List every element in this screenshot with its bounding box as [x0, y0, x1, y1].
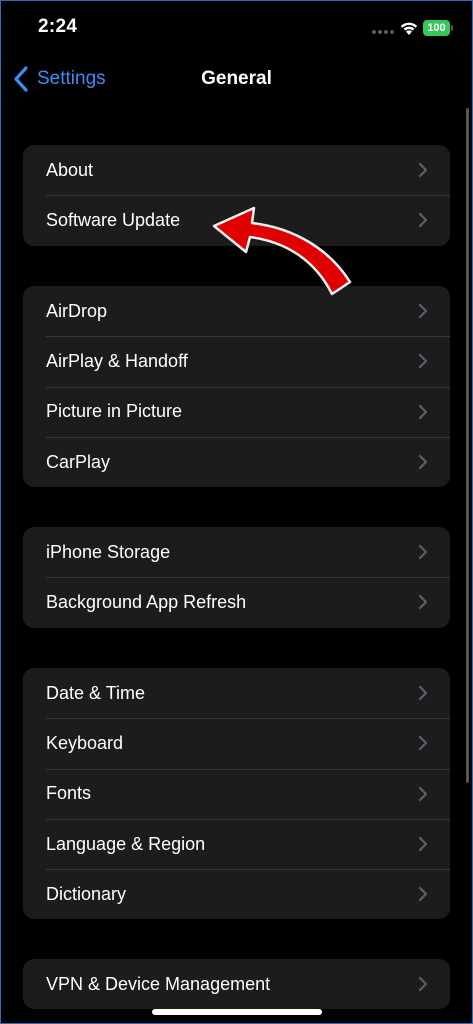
chevron-right-icon — [418, 454, 428, 470]
battery-icon: 100 — [423, 20, 450, 36]
row-label: Background App Refresh — [46, 591, 247, 612]
row-fonts[interactable]: Fonts — [23, 768, 450, 819]
chevron-right-icon — [418, 354, 428, 369]
cellular-signal-icon — [372, 30, 394, 34]
settings-group-vpn: VPN & Device Management — [23, 959, 450, 1010]
chevron-right-icon — [418, 404, 428, 419]
row-label: Keyboard — [46, 732, 124, 753]
row-date-time[interactable]: Date & Time — [23, 668, 450, 718]
row-language-region[interactable]: Language & Region — [23, 818, 450, 869]
battery-tip — [451, 25, 453, 31]
chevron-right-icon — [418, 836, 428, 852]
row-label: Fonts — [46, 783, 92, 804]
home-indicator[interactable] — [152, 1009, 322, 1015]
status-bar: 2:24 100 — [0, 0, 473, 56]
row-carplay[interactable]: CarPlay — [23, 436, 450, 487]
row-label: iPhone Storage — [46, 541, 171, 562]
row-label: Dictionary — [46, 883, 127, 904]
chevron-right-icon — [418, 786, 428, 801]
scroll-indicator[interactable] — [466, 108, 469, 783]
settings-group-about: About Software Update — [23, 145, 450, 246]
chevron-right-icon — [418, 304, 428, 319]
wifi-icon — [400, 22, 418, 35]
row-picture-in-picture[interactable]: Picture in Picture — [23, 386, 450, 437]
status-time: 2:24 — [38, 16, 78, 37]
chevron-right-icon — [418, 686, 428, 701]
page-title: General — [201, 68, 272, 89]
row-label: Software Update — [46, 209, 181, 230]
chevron-right-icon — [418, 887, 428, 902]
row-iphone-storage[interactable]: iPhone Storage — [23, 527, 450, 577]
row-label: Picture in Picture — [46, 401, 183, 422]
chevron-right-icon — [418, 213, 428, 228]
chevron-right-icon — [418, 163, 428, 178]
row-label: AirDrop — [46, 300, 108, 321]
row-label: CarPlay — [46, 451, 111, 472]
row-background-app-refresh[interactable]: Background App Refresh — [23, 577, 450, 627]
settings-group-connectivity: AirDrop AirPlay & Handoff Picture in Pic… — [23, 286, 450, 488]
row-label: Date & Time — [46, 682, 146, 703]
row-vpn-device-management[interactable]: VPN & Device Management — [23, 959, 450, 1009]
chevron-right-icon — [418, 977, 428, 992]
row-label: VPN & Device Management — [46, 973, 271, 994]
settings-group-storage: iPhone Storage Background App Refresh — [23, 527, 450, 628]
row-software-update[interactable]: Software Update — [23, 195, 450, 245]
row-label: Language & Region — [46, 833, 206, 854]
row-dictionary[interactable]: Dictionary — [23, 869, 450, 919]
chevron-right-icon — [418, 595, 428, 610]
chevron-right-icon — [418, 736, 428, 751]
row-airdrop[interactable]: AirDrop — [23, 286, 450, 336]
row-airplay-handoff[interactable]: AirPlay & Handoff — [23, 336, 450, 386]
row-label: AirPlay & Handoff — [46, 350, 188, 371]
row-about[interactable]: About — [23, 145, 450, 195]
settings-group-locale: Date & Time Keyboard Fonts Language & Re… — [23, 668, 450, 920]
row-keyboard[interactable]: Keyboard — [23, 718, 450, 768]
chevron-right-icon — [418, 545, 428, 560]
row-label: About — [46, 159, 94, 180]
